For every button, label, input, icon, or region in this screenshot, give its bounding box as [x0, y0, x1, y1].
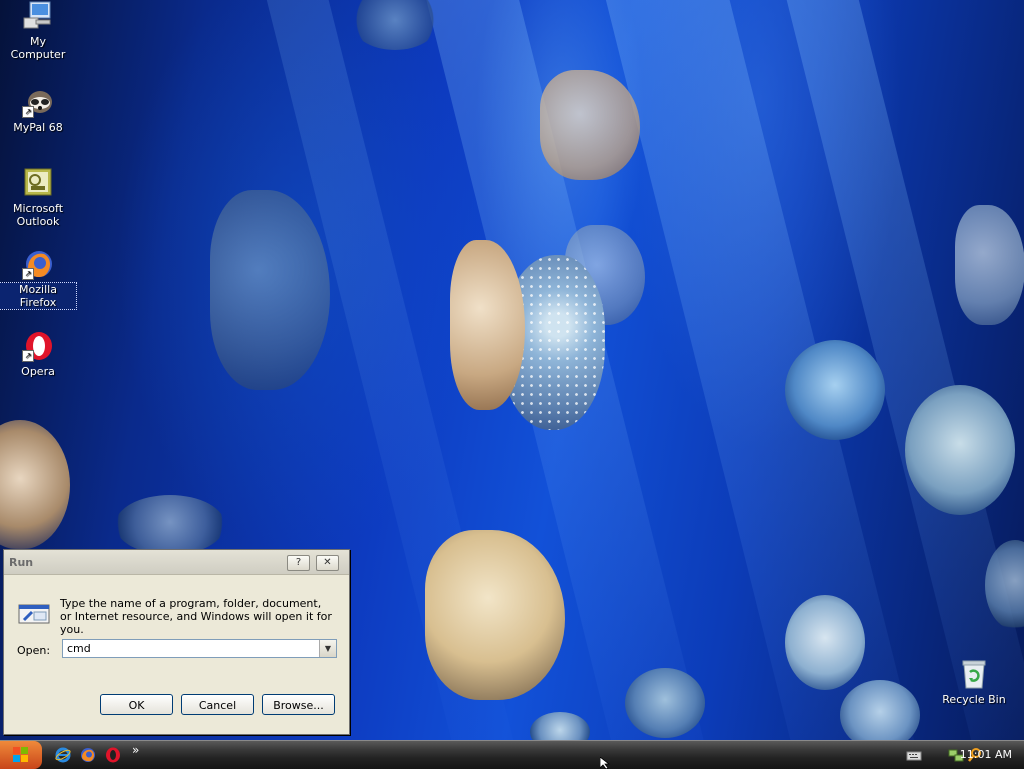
- desktop-icon-recycle-bin[interactable]: Recycle Bin: [936, 658, 1012, 706]
- chevron-down-icon[interactable]: ▼: [319, 640, 336, 657]
- jellyfish: [0, 420, 70, 550]
- help-button[interactable]: ?: [287, 555, 310, 571]
- run-program-icon: [18, 602, 50, 626]
- jellyfish: [840, 680, 920, 740]
- run-dialog-description: Type the name of a program, folder, docu…: [60, 597, 332, 636]
- run-dialog: Run ? ✕ Type the name of a program, fold…: [3, 549, 350, 735]
- shortcut-arrow-icon: ↗: [22, 106, 34, 118]
- ok-button[interactable]: OK: [100, 694, 173, 715]
- open-input[interactable]: [63, 640, 322, 657]
- cancel-button[interactable]: Cancel: [181, 694, 254, 715]
- raccoon-icon: ↗: [22, 86, 54, 118]
- desktop-icon-label: Recycle Bin: [942, 693, 1006, 706]
- jellyfish: [905, 385, 1015, 515]
- jellyfish: [785, 595, 865, 690]
- open-combobox[interactable]: ▼: [62, 639, 337, 658]
- run-dialog-title: Run: [9, 556, 34, 569]
- jellyfish: [540, 70, 640, 180]
- firefox-icon: ↗: [22, 248, 54, 280]
- jellyfish: [210, 190, 330, 390]
- open-label: Open:: [17, 644, 51, 657]
- jellyfish: [530, 712, 590, 740]
- taskbar: » 11:01 AM: [0, 740, 1024, 769]
- windows-logo-icon: [13, 747, 29, 763]
- desktop-icon-opera[interactable]: ↗ Opera: [0, 330, 76, 378]
- opera-icon[interactable]: [105, 747, 121, 763]
- desktop-icon-label: Opera: [21, 365, 55, 378]
- outlook-icon: [22, 167, 54, 199]
- browse-button[interactable]: Browse...: [262, 694, 335, 715]
- shortcut-arrow-icon: ↗: [22, 350, 34, 362]
- start-button[interactable]: [0, 741, 42, 769]
- desktop-icon-firefox[interactable]: ↗ Mozilla Firefox: [0, 248, 77, 310]
- close-button[interactable]: ✕: [316, 555, 339, 571]
- jellyfish: [425, 530, 565, 700]
- computer-icon: [22, 0, 54, 32]
- opera-icon: ↗: [22, 330, 54, 362]
- shortcut-arrow-icon: ↗: [22, 268, 34, 280]
- jellyfish: [625, 668, 705, 738]
- jellyfish: [350, 0, 440, 50]
- keyboard-icon[interactable]: [906, 747, 922, 763]
- internet-explorer-icon[interactable]: [55, 747, 71, 763]
- run-dialog-titlebar[interactable]: Run ? ✕: [4, 550, 349, 575]
- desktop-icon-label: Mozilla Firefox: [0, 282, 77, 310]
- jellyfish-tentacles: [450, 240, 525, 410]
- desktop-icon-outlook[interactable]: Microsoft Outlook: [0, 167, 76, 228]
- system-tray: 11:01 AM: [874, 741, 1024, 769]
- quick-launch-more-button[interactable]: »: [132, 743, 148, 759]
- clock[interactable]: 11:01 AM: [960, 748, 1012, 761]
- firefox-icon[interactable]: [80, 747, 96, 763]
- desktop-icon-mypal[interactable]: ↗ MyPal 68: [0, 86, 76, 134]
- desktop-icon-label: MyPal 68: [13, 121, 63, 134]
- jellyfish: [785, 340, 885, 440]
- recycle-bin-icon: [958, 658, 990, 690]
- mouse-cursor-icon: [599, 756, 612, 770]
- desktop-icon-my-computer[interactable]: My Computer: [0, 0, 76, 61]
- desktop-icon-label: Microsoft Outlook: [12, 202, 64, 228]
- jellyfish: [955, 205, 1024, 325]
- jellyfish: [115, 495, 225, 555]
- desktop-icon-label: My Computer: [10, 35, 66, 61]
